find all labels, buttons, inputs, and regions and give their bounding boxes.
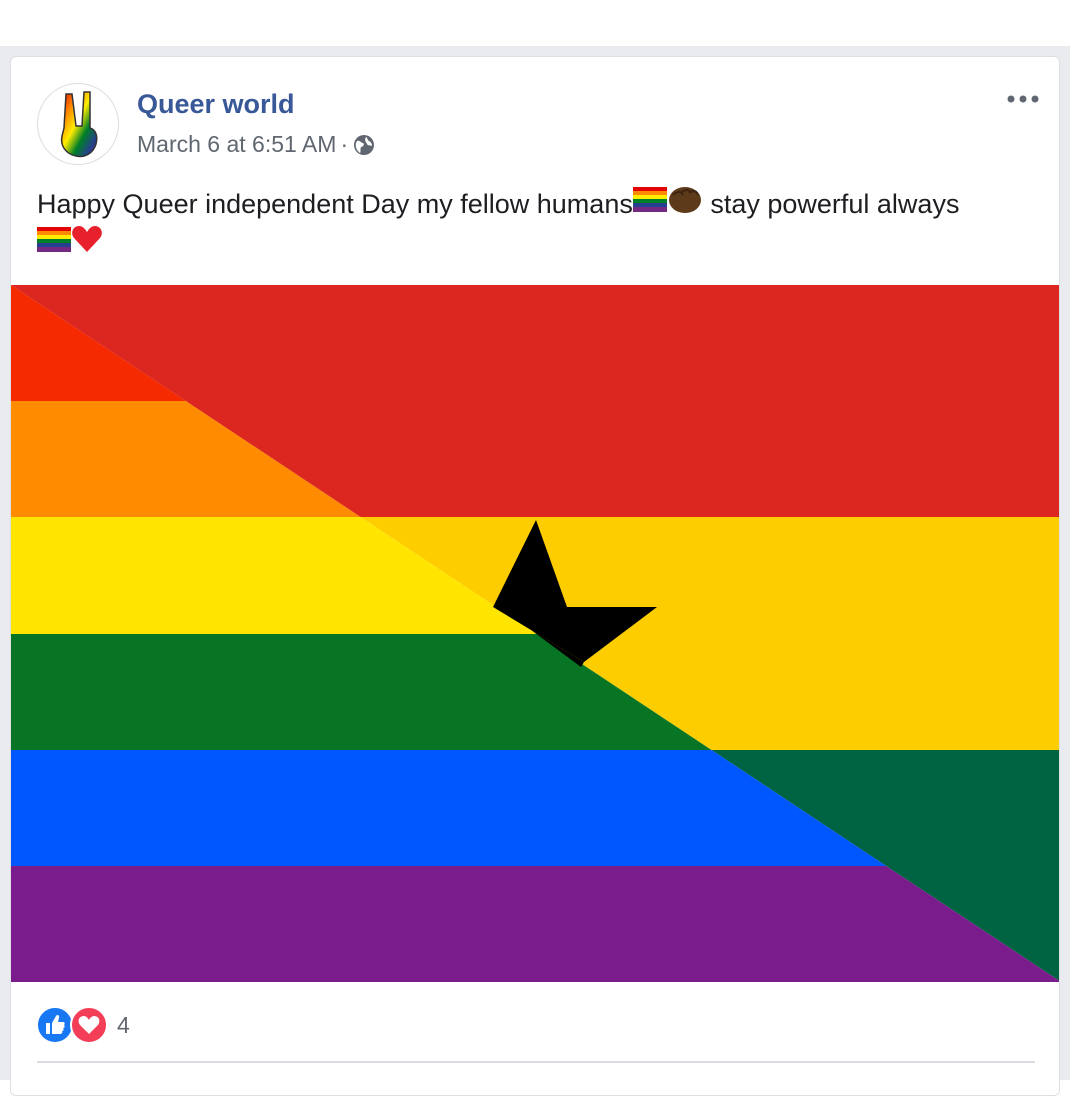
red-heart-emoji xyxy=(71,224,103,264)
post-timestamp[interactable]: March 6 at 6:51 AM xyxy=(137,131,336,158)
raised-fist-emoji xyxy=(667,183,703,225)
reaction-icons xyxy=(35,1005,109,1045)
peace-hand-icon xyxy=(60,91,98,158)
post-image[interactable] xyxy=(11,285,1059,982)
rainbow-flag-emoji xyxy=(37,225,71,263)
post-message: Happy Queer independent Day my fellow hu… xyxy=(37,185,1037,264)
reaction-count: 4 xyxy=(117,1011,130,1038)
page-name-link[interactable]: Queer world xyxy=(137,89,295,120)
reactions-summary[interactable]: 4 xyxy=(35,1005,130,1045)
globe-icon[interactable] xyxy=(352,133,376,157)
post-text-part1: Happy Queer independent Day my fellow hu… xyxy=(37,189,633,219)
top-bar-area xyxy=(0,0,1070,46)
ghana-pride-flag-image xyxy=(11,285,1059,982)
more-options-button[interactable] xyxy=(1003,87,1043,111)
meta-separator: · xyxy=(340,131,349,157)
more-options-icon xyxy=(1007,95,1039,103)
actions-divider xyxy=(37,1061,1035,1063)
post-card: Queer world March 6 at 6:51 AM · Happy Q… xyxy=(10,56,1060,1096)
love-icon xyxy=(70,1006,108,1044)
page-avatar[interactable] xyxy=(37,83,119,165)
post-text-part2: stay powerful always xyxy=(702,189,960,219)
post-meta: March 6 at 6:51 AM · xyxy=(137,131,376,158)
rainbow-flag-emoji xyxy=(632,185,667,223)
